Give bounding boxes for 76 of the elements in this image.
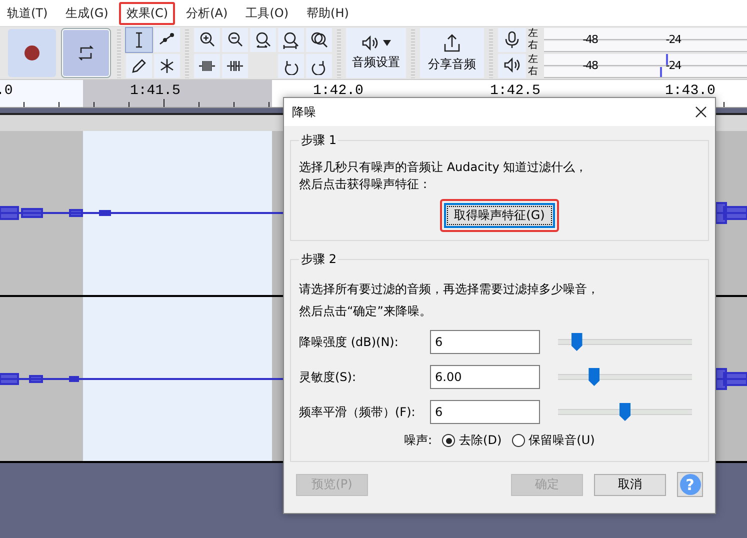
asterisk-icon xyxy=(158,57,176,75)
step-heading: 步骤 1 xyxy=(300,132,338,149)
step-heading: 步骤 2 xyxy=(300,251,338,268)
instruction-text: 然后点击获得噪声特征： xyxy=(299,176,432,193)
menu-item[interactable]: 分析(A) xyxy=(179,2,235,24)
toolbar-button[interactable] xyxy=(222,28,248,52)
meter-tick-label: -48 xyxy=(582,59,598,72)
channel-label: 左 xyxy=(528,54,539,66)
time-label: 1:43.0 xyxy=(665,83,716,99)
meter-tick-label: -48 xyxy=(582,33,598,46)
time-label: 1:42.5 xyxy=(490,83,540,99)
input-field[interactable]: 6 xyxy=(430,400,540,424)
channel-label: 右 xyxy=(528,40,539,52)
input-field[interactable]: 6.00 xyxy=(430,365,540,389)
slider-thumb[interactable] xyxy=(620,403,630,421)
record-icon xyxy=(24,45,40,61)
radio-button[interactable] xyxy=(442,434,456,447)
radio-group-label: 噪声: xyxy=(404,432,432,449)
toolbar-button[interactable] xyxy=(194,28,220,52)
menu-item[interactable]: 生成(G) xyxy=(58,2,116,24)
time-label: 1:41.5 xyxy=(130,83,180,99)
menu-item[interactable]: 帮助(H) xyxy=(300,2,356,24)
pencil-icon xyxy=(130,57,148,75)
field-label: 降噪强度 (dB)(N): xyxy=(299,334,400,350)
toolbar-button[interactable] xyxy=(306,54,332,78)
audio-setup-button[interactable]: 音频设置 xyxy=(346,28,406,78)
microphone-icon xyxy=(503,31,521,49)
instruction-text: 选择几秒只有噪声的音频让 Audacity 知道过滤什么， xyxy=(299,159,588,176)
field-label: 频率平滑（频带）(F): xyxy=(299,404,416,420)
menu-item[interactable]: 轨道(T) xyxy=(0,2,55,24)
tool-button[interactable] xyxy=(154,54,180,78)
zoom-toggle-icon xyxy=(310,31,328,49)
tool-button[interactable] xyxy=(154,28,180,52)
toolbar-button[interactable] xyxy=(250,28,276,52)
caret-icon xyxy=(383,40,391,46)
close-icon[interactable] xyxy=(695,106,707,118)
field-label: 灵敏度(S): xyxy=(299,368,358,386)
meter-tick-label: -24 xyxy=(666,59,681,72)
instruction-text: 请选择所有要过滤的音频，再选择需要过滤掉多少噪音， xyxy=(299,281,600,298)
share-icon xyxy=(442,33,462,53)
toolbar-button[interactable] xyxy=(222,54,248,78)
speaker-icon xyxy=(361,35,379,51)
time-label: 1:42.0 xyxy=(313,83,364,99)
record-button[interactable] xyxy=(8,29,56,77)
speaker-icon xyxy=(503,57,521,75)
instruction-text: 然后点击“确定”来降噪。 xyxy=(299,303,432,320)
tool-button[interactable] xyxy=(126,28,152,52)
input-field[interactable]: 6 xyxy=(430,330,540,354)
share-audio-button[interactable]: 分享音频 xyxy=(420,28,484,78)
slider-thumb[interactable] xyxy=(571,333,582,351)
get-noise-profile-button[interactable]: 取得噪声特征(G) xyxy=(444,203,555,228)
tool-button[interactable] xyxy=(126,54,152,78)
i-beam-icon xyxy=(135,32,143,48)
menu-item[interactable]: 效果(C) xyxy=(119,2,176,24)
zoom-out-icon xyxy=(226,31,244,49)
radio-option[interactable]: 保留噪音(U) xyxy=(512,432,595,449)
loop-icon xyxy=(77,44,95,62)
channel-label: 右 xyxy=(528,66,539,78)
radio-option[interactable]: 去除(D) xyxy=(442,432,502,449)
meter-tick-label: -24 xyxy=(666,33,681,46)
cancel-button[interactable]: 取消 xyxy=(594,474,666,496)
toolbar-button[interactable] xyxy=(194,54,220,78)
fit-selection-icon xyxy=(254,31,272,49)
channel-label: 左 xyxy=(528,28,539,40)
loop-button[interactable] xyxy=(62,29,110,77)
meter-button[interactable] xyxy=(498,28,526,52)
fit-project-icon xyxy=(282,31,300,49)
toolbar-button[interactable] xyxy=(278,54,304,78)
toolbar-button[interactable] xyxy=(306,28,332,52)
slider-thumb[interactable] xyxy=(588,368,600,386)
dialog-title: 降噪 xyxy=(292,104,316,120)
menu-item[interactable]: 工具(O) xyxy=(238,2,296,24)
meter-button[interactable] xyxy=(498,54,526,78)
zoom-in-icon xyxy=(198,31,216,49)
radio-button[interactable] xyxy=(512,434,525,447)
toolbar-button[interactable] xyxy=(278,28,304,52)
